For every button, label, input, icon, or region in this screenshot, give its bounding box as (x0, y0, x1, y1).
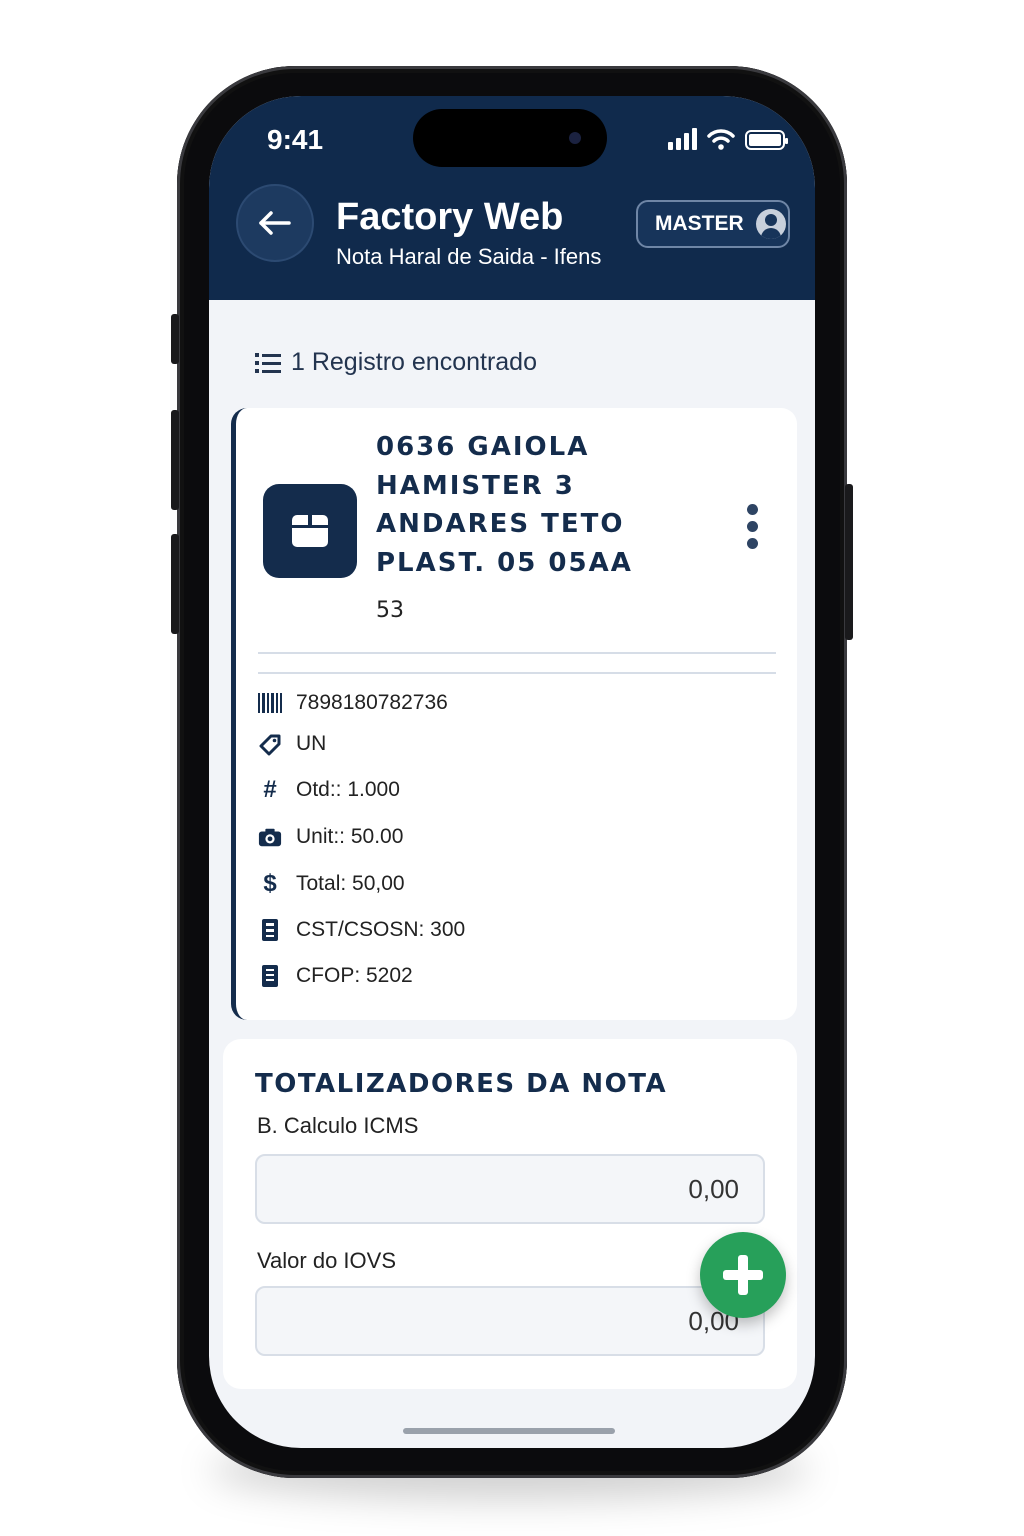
hash-icon: # (263, 776, 277, 803)
cst-row: CST/CSOSN: 300 (258, 918, 465, 942)
side-button (171, 410, 179, 510)
wifi-icon (707, 129, 735, 150)
totals-section: TOTALIZADORES DA NOTA B. Calculo ICMS 0,… (223, 1039, 797, 1389)
list-icon (255, 352, 281, 373)
icms-base-field[interactable]: 0,00 (255, 1154, 765, 1224)
barcode-icon (258, 693, 282, 713)
user-avatar-icon (755, 209, 786, 239)
divider (258, 652, 776, 654)
more-vertical-icon[interactable] (742, 504, 762, 554)
tag-icon (259, 734, 281, 756)
side-button (171, 314, 179, 364)
screen: 9:41 Factory Web Nota Haral de Saida - I… (209, 96, 815, 1448)
box-icon (263, 484, 357, 578)
iovs-label: Valor do IOVS (257, 1248, 396, 1273)
product-name: 0636 GAIOLA HAMISTER 3 ANDARES TETO PLAS… (376, 432, 633, 578)
dynamic-island (413, 109, 607, 167)
user-profile-button[interactable]: MASTER (636, 200, 790, 248)
cfop-row: CFOP: 5202 (258, 964, 413, 988)
unit-price-value: Unit:: 50.00 (296, 825, 404, 848)
back-button[interactable] (236, 184, 314, 262)
cst-value: CST/CSOSN: 300 (296, 918, 466, 941)
icms-base-label: B. Calculo ICMS (257, 1113, 419, 1138)
barcode-row: 7898180782736 (258, 691, 448, 715)
camera-icon (569, 132, 581, 144)
product-code: 53 (376, 598, 404, 623)
quantity-value: Otd:: 1.000 (296, 778, 400, 801)
barcode-value: 7898180782736 (296, 691, 448, 714)
records-count: 1 Registro encontrado (255, 348, 537, 377)
item-card[interactable]: 0636 GAIOLA HAMISTER 3 ANDARES TETO PLAS… (231, 408, 797, 1020)
total-value: Total: 50,00 (296, 872, 405, 895)
quantity-row: # Otd:: 1.000 (258, 776, 400, 803)
signal-icon (668, 128, 697, 150)
battery-icon (745, 130, 788, 150)
section-title: TOTALIZADORES DA NOTA (255, 1069, 668, 1099)
iovs-field[interactable]: 0,00 (255, 1286, 765, 1356)
document-icon (262, 919, 278, 941)
dollar-icon: $ (263, 870, 277, 897)
unit-row: UN (258, 732, 326, 756)
document-icon (262, 965, 278, 987)
status-time: 9:41 (267, 124, 324, 155)
app-header: 9:41 Factory Web Nota Haral de Saida - I… (209, 96, 815, 300)
app-title: Factory Web (336, 196, 564, 238)
home-indicator (403, 1428, 615, 1434)
arrow-left-icon (259, 211, 291, 235)
user-role-label: MASTER (655, 212, 744, 235)
unit-price-row: Unit:: 50.00 (258, 825, 403, 849)
camera-icon (258, 828, 282, 847)
total-row: $ Total: 50,00 (258, 870, 405, 897)
page-subtitle: Nota Haral de Saida - Ifens (336, 244, 602, 269)
records-count-label: 1 Registro encontrado (291, 348, 537, 376)
divider (258, 672, 776, 674)
side-button (845, 484, 853, 640)
add-item-button[interactable] (700, 1232, 786, 1318)
side-button (171, 534, 179, 634)
status-icons (668, 128, 788, 150)
cfop-value: CFOP: 5202 (296, 964, 413, 987)
unit-value: UN (296, 732, 327, 755)
